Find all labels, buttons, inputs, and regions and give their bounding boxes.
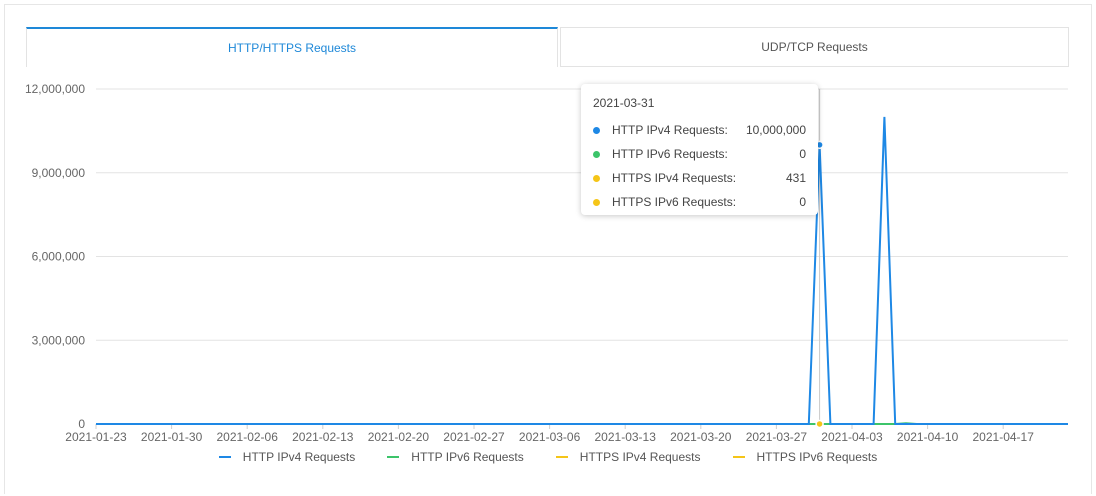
x-tick-label: 2021-02-20 bbox=[368, 430, 430, 444]
legend-line-icon bbox=[218, 456, 231, 458]
legend-item-https-ipv6[interactable]: HTTPS IPv6 Requests bbox=[732, 449, 878, 465]
tooltip-series-name: HTTP IPv6 Requests: bbox=[612, 147, 728, 161]
x-tick-label: 2021-03-06 bbox=[519, 430, 581, 444]
x-tick-label: 2021-02-27 bbox=[443, 430, 505, 444]
legend-item-http-ipv4[interactable]: HTTP IPv4 Requests bbox=[218, 449, 356, 465]
tooltip-row: HTTP IPv6 Requests: 0 bbox=[593, 142, 806, 166]
legend-label: HTTPS IPv6 Requests bbox=[756, 450, 878, 464]
x-tick-label: 2021-02-06 bbox=[217, 430, 279, 444]
x-tick-label: 2021-03-27 bbox=[746, 430, 808, 444]
chart-tooltip: 2021-03-31 HTTP IPv4 Requests: 10,000,00… bbox=[581, 84, 818, 215]
x-tick-label: 2021-03-13 bbox=[595, 430, 657, 444]
x-tick-label: 2021-01-23 bbox=[65, 430, 127, 444]
legend-line-icon bbox=[732, 456, 745, 458]
x-tick-label: 2021-01-30 bbox=[141, 430, 203, 444]
chart-legend: HTTP IPv4 Requests HTTP IPv6 Requests HT… bbox=[0, 449, 1096, 465]
legend-line-icon bbox=[555, 456, 568, 458]
tooltip-row: HTTP IPv4 Requests: 10,000,000 bbox=[593, 118, 806, 142]
y-tick-label: 3,000,000 bbox=[32, 333, 86, 347]
y-tick-label: 9,000,000 bbox=[32, 166, 86, 180]
x-tick-label: 2021-04-10 bbox=[897, 430, 959, 444]
x-tick-label: 2021-03-20 bbox=[670, 430, 732, 444]
tooltip-row: HTTPS IPv6 Requests: 0 bbox=[593, 190, 806, 214]
series-dot-icon bbox=[593, 174, 600, 182]
tooltip-series-name: HTTPS IPv4 Requests: bbox=[612, 171, 737, 185]
legend-line-icon bbox=[387, 456, 400, 458]
legend-label: HTTP IPv6 Requests bbox=[411, 450, 524, 464]
y-tick-label: 0 bbox=[78, 417, 85, 431]
series-marker bbox=[815, 419, 824, 429]
legend-label: HTTP IPv4 Requests bbox=[242, 450, 356, 464]
series-dot-icon bbox=[593, 198, 600, 206]
tooltip-series-value: 10,000,000 bbox=[745, 123, 806, 137]
tooltip-series-value: 0 bbox=[799, 195, 806, 209]
x-tick-label: 2021-04-17 bbox=[973, 430, 1035, 444]
tooltip-series-value: 0 bbox=[799, 147, 806, 161]
legend-item-https-ipv4[interactable]: HTTPS IPv4 Requests bbox=[555, 449, 701, 465]
line-chart: 0 3,000,000 6,000,000 9,000,000 12,000,000 20… bbox=[25, 82, 1068, 444]
series-dot-icon bbox=[593, 150, 600, 158]
series-dot-icon bbox=[593, 126, 600, 134]
legend-label: HTTPS IPv4 Requests bbox=[579, 450, 701, 464]
y-tick-label: 6,000,000 bbox=[32, 250, 86, 264]
x-tick-label: 2021-04-03 bbox=[821, 430, 883, 444]
tooltip-series-name: HTTP IPv4 Requests: bbox=[612, 123, 728, 137]
tooltip-series-name: HTTPS IPv6 Requests: bbox=[612, 195, 737, 209]
y-tick-label: 12,000,000 bbox=[25, 82, 85, 96]
legend-item-http-ipv6[interactable]: HTTP IPv6 Requests bbox=[387, 449, 524, 465]
tooltip-series-value: 431 bbox=[785, 171, 806, 185]
tooltip-date: 2021-03-31 bbox=[593, 96, 655, 110]
tooltip-row: HTTPS IPv4 Requests: 431 bbox=[593, 166, 806, 190]
x-tick-label: 2021-02-13 bbox=[292, 430, 354, 444]
